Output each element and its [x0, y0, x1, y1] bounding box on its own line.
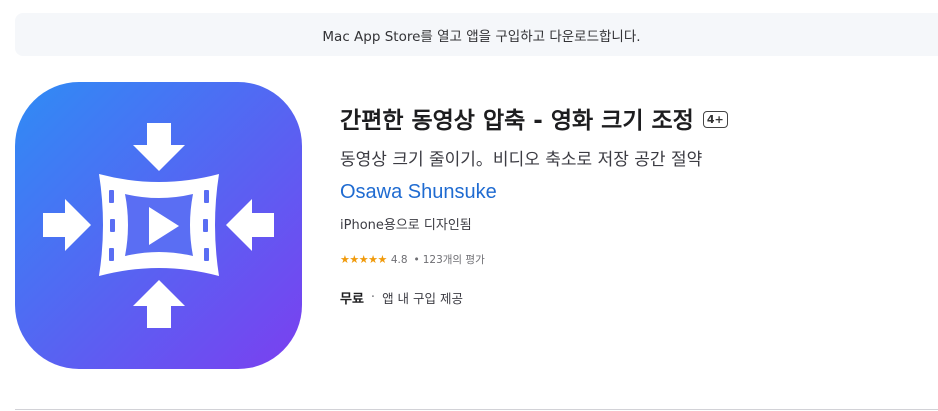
star-rating-icon: ★★★★★: [340, 253, 387, 266]
banner-text: Mac App Store를 열고 앱을 구입하고 다운로드합니다.: [322, 28, 641, 45]
designed-for-label: iPhone용으로 디자인됨: [340, 218, 472, 233]
section-divider: [15, 409, 938, 410]
open-app-store-banner[interactable]: Mac App Store를 열고 앱을 구입하고 다운로드합니다.: [15, 13, 938, 56]
age-rating-badge: 4+: [702, 110, 728, 128]
video-compress-icon: [15, 82, 302, 369]
price-label: 무료: [340, 292, 364, 307]
rating-value: 4.8: [390, 253, 408, 266]
app-title-text: 간편한 동영상 압축 - 영화 크기 조정: [340, 108, 694, 134]
price-row: 무료 · 앱 내 구입 제공: [340, 288, 463, 307]
rating-summary: ★★★★★ 4.8 • 123개의 평가: [340, 252, 485, 267]
app-subtitle: 동영상 크기 줄이기。비디오 축소로 저장 공간 절약: [340, 150, 703, 170]
price-separator: ·: [370, 290, 376, 305]
rating-separator: •: [413, 253, 420, 266]
app-title: 간편한 동영상 압축 - 영화 크기 조정 4+: [340, 101, 728, 135]
in-app-purchase-label: 앱 내 구입 제공: [382, 291, 463, 306]
rating-count: 123개의 평가: [422, 254, 485, 266]
developer-link[interactable]: Osawa Shunsuke: [340, 181, 497, 204]
